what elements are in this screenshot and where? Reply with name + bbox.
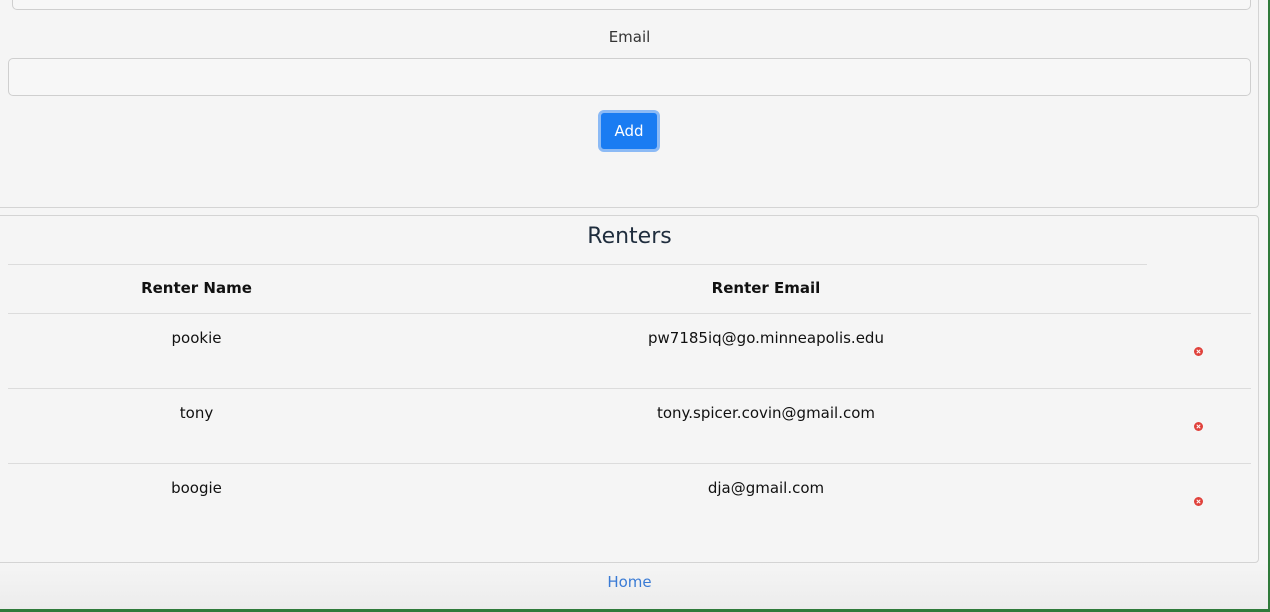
name-input-edge[interactable] bbox=[12, 0, 1251, 10]
add-button[interactable]: Add bbox=[598, 110, 660, 152]
header-renter-name: Renter Name bbox=[141, 279, 252, 297]
delete-icon[interactable] bbox=[1194, 347, 1203, 356]
page: Email Add Renters Renter Name Renter Ema… bbox=[0, 0, 1268, 609]
renter-name: boogie bbox=[171, 479, 222, 497]
row-divider bbox=[8, 388, 1251, 389]
renter-name: pookie bbox=[171, 329, 222, 347]
title-divider bbox=[8, 264, 1147, 265]
renter-email: dja@gmail.com bbox=[707, 479, 825, 497]
email-input[interactable] bbox=[8, 58, 1251, 96]
renter-email: pw7185iq@go.minneapolis.edu bbox=[648, 329, 884, 347]
row-divider bbox=[8, 463, 1251, 464]
delete-icon[interactable] bbox=[1194, 497, 1203, 506]
email-label: Email bbox=[608, 28, 651, 46]
renter-name: tony bbox=[179, 404, 214, 422]
row-divider bbox=[8, 313, 1251, 314]
delete-icon[interactable] bbox=[1194, 422, 1203, 431]
header-renter-email: Renter Email bbox=[711, 279, 821, 297]
renters-title: Renters bbox=[587, 224, 672, 249]
renter-email: tony.spicer.covin@gmail.com bbox=[656, 404, 876, 422]
home-link[interactable]: Home bbox=[0, 573, 1259, 591]
renters-card bbox=[0, 215, 1259, 563]
